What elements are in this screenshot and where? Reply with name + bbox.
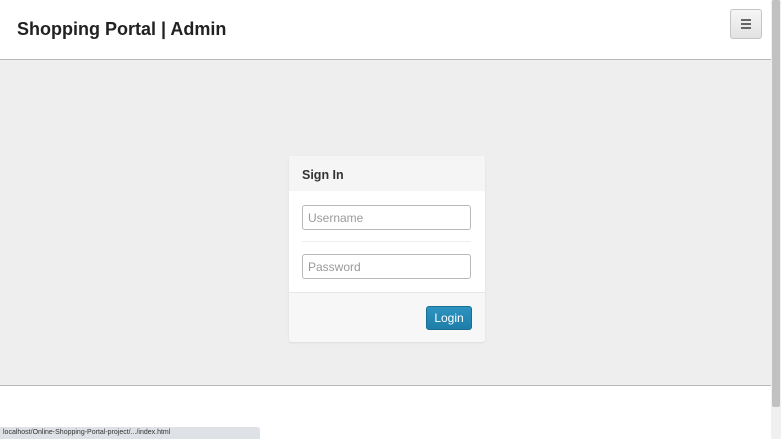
password-input[interactable] [302,254,471,279]
brand-title[interactable]: Shopping Portal | Admin [17,19,226,40]
menu-toggle-button[interactable] [730,9,762,39]
username-input[interactable] [302,205,471,230]
login-button[interactable]: Login [426,306,472,330]
vertical-scrollbar[interactable] [771,0,781,439]
browser-status-url: localhost/Online-Shopping-Portal-project… [0,427,260,439]
sign-in-footer: Login [289,292,485,342]
top-navbar: Shopping Portal | Admin [0,0,771,60]
sign-in-header: Sign In [289,156,485,191]
field-divider [302,241,471,242]
sign-in-body [289,191,485,292]
sign-in-title: Sign In [302,168,344,182]
sign-in-panel: Sign In Login [289,156,485,342]
page: Shopping Portal | Admin Sign In Login [0,0,781,439]
scrollbar-thumb[interactable] [772,0,780,407]
main-content: Sign In Login [0,60,771,386]
